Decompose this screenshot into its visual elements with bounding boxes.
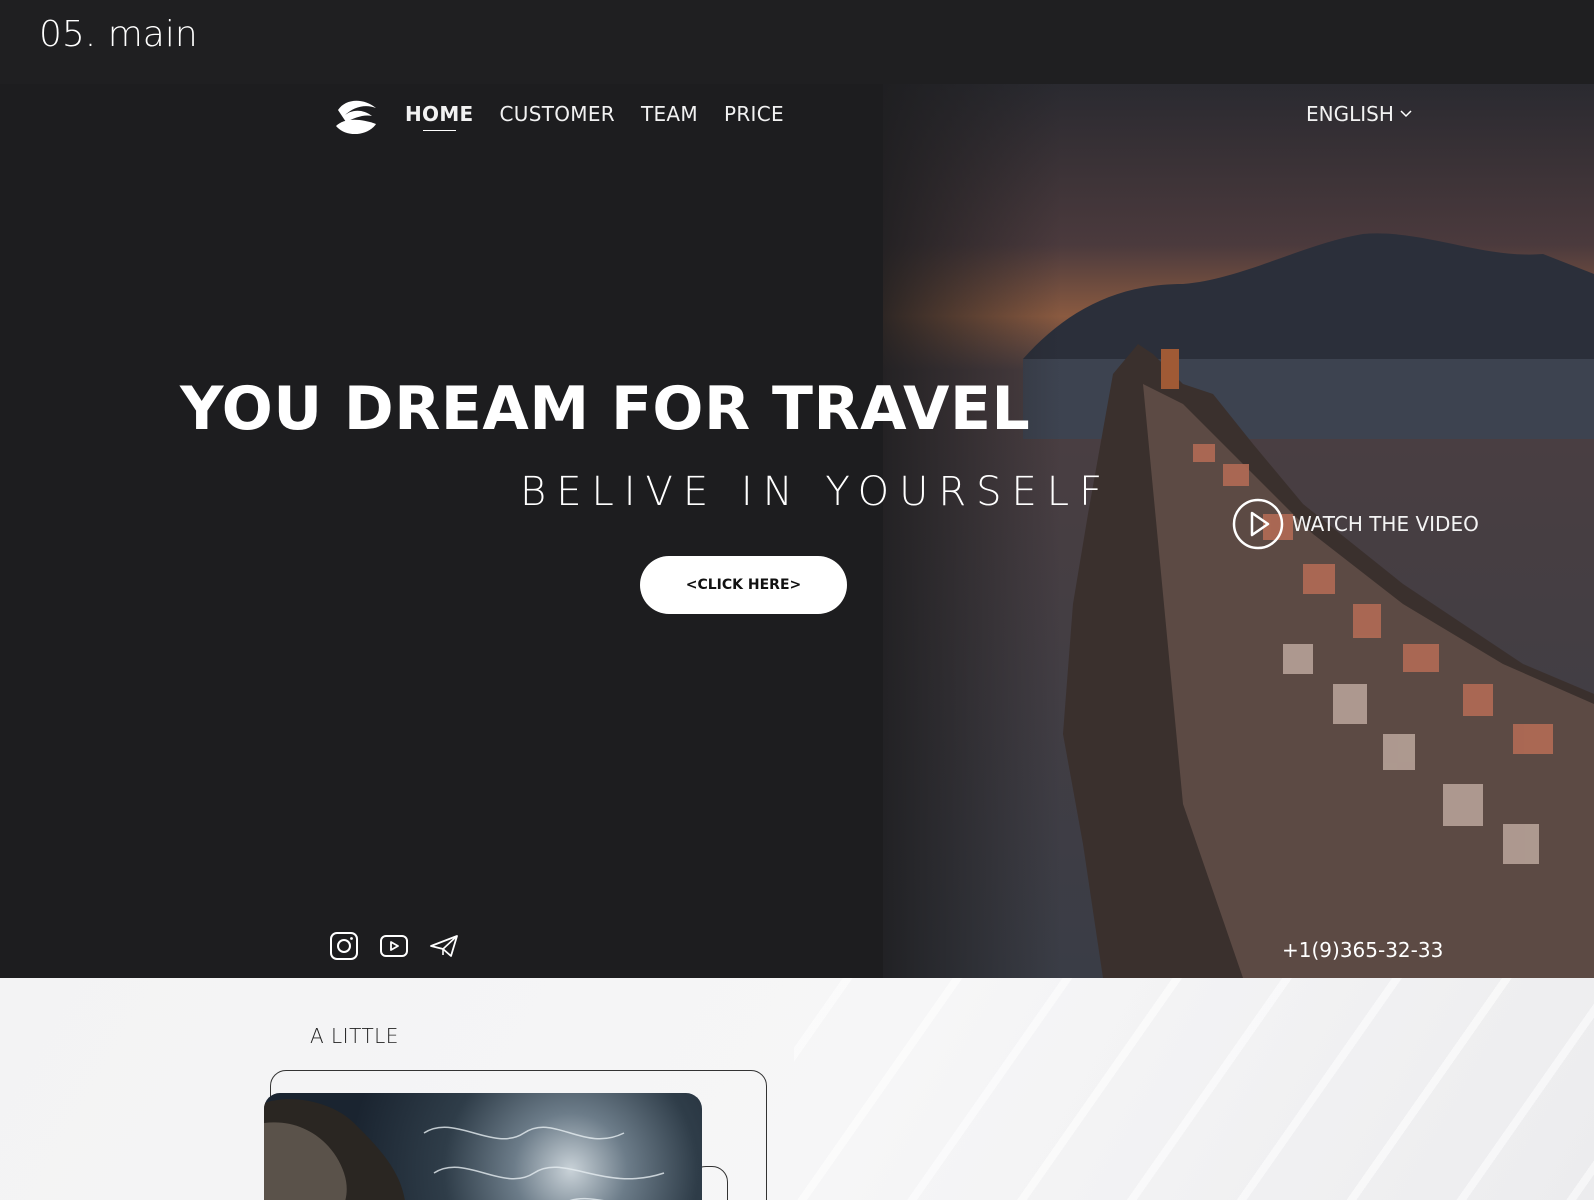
hero-subline: BELIVE IN YOURSELF: [520, 469, 1113, 515]
watch-video-button[interactable]: WATCH THE VIDEO: [1232, 498, 1479, 550]
frame-label: 05. main: [39, 14, 198, 55]
instagram-icon[interactable]: [328, 930, 360, 962]
language-selector[interactable]: ENGLISH: [1306, 102, 1412, 126]
chevron-down-icon: [1400, 110, 1412, 118]
nav-item-customer[interactable]: CUSTOMER: [500, 102, 615, 126]
click-here-button[interactable]: <CLICK HERE>: [640, 556, 847, 614]
brand-logo[interactable]: [332, 96, 380, 140]
language-label: ENGLISH: [1306, 102, 1394, 126]
telegram-icon[interactable]: [428, 930, 460, 962]
nav-item-home[interactable]: HOME: [405, 102, 474, 131]
watch-video-label: WATCH THE VIDEO: [1292, 512, 1479, 536]
about-title: A LITTLE: [310, 1024, 399, 1048]
main-nav: HOME CUSTOMER TEAM PRICE: [405, 102, 784, 131]
about-image: [264, 1093, 702, 1200]
play-icon: [1232, 498, 1284, 550]
phone-number[interactable]: +1(9)365-32-33: [1282, 938, 1443, 962]
hero-section: HOME CUSTOMER TEAM PRICE ENGLISH YOU DRE…: [0, 84, 1594, 978]
youtube-icon[interactable]: [378, 930, 410, 962]
social-links: [328, 930, 460, 962]
decorative-stripes: [794, 978, 1594, 1200]
logo-wave-icon: [336, 100, 376, 135]
nav-item-team[interactable]: TEAM: [641, 102, 698, 126]
hero-headline: YOU DREAM FOR TRAVEL: [180, 374, 1031, 444]
about-section: A LITTLE: [0, 978, 1594, 1200]
nav-item-price[interactable]: PRICE: [724, 102, 784, 126]
